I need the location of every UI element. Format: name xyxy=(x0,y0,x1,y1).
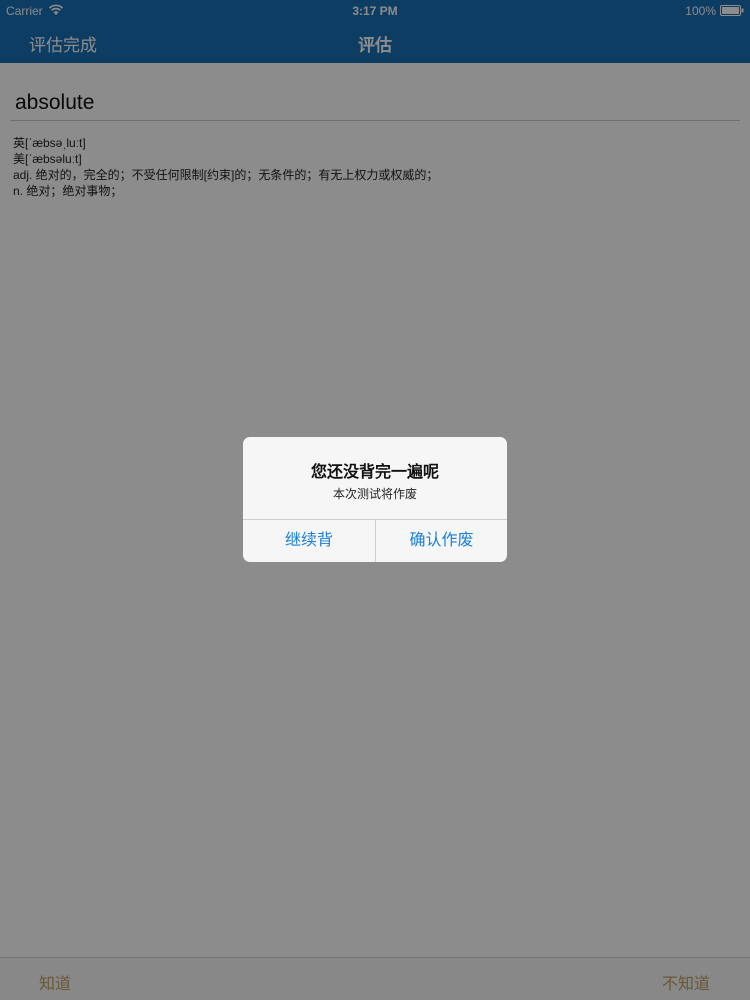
continue-button[interactable]: 继续背 xyxy=(243,520,375,562)
alert-title: 您还没背完一遍呢 xyxy=(310,464,439,481)
confirm-discard-button[interactable]: 确认作废 xyxy=(376,520,507,562)
alert-dialog: 您还没背完一遍呢 本次测试将作废 继续背 确认作废 xyxy=(243,437,507,562)
alert-message: 本次测试将作废 xyxy=(332,487,417,501)
